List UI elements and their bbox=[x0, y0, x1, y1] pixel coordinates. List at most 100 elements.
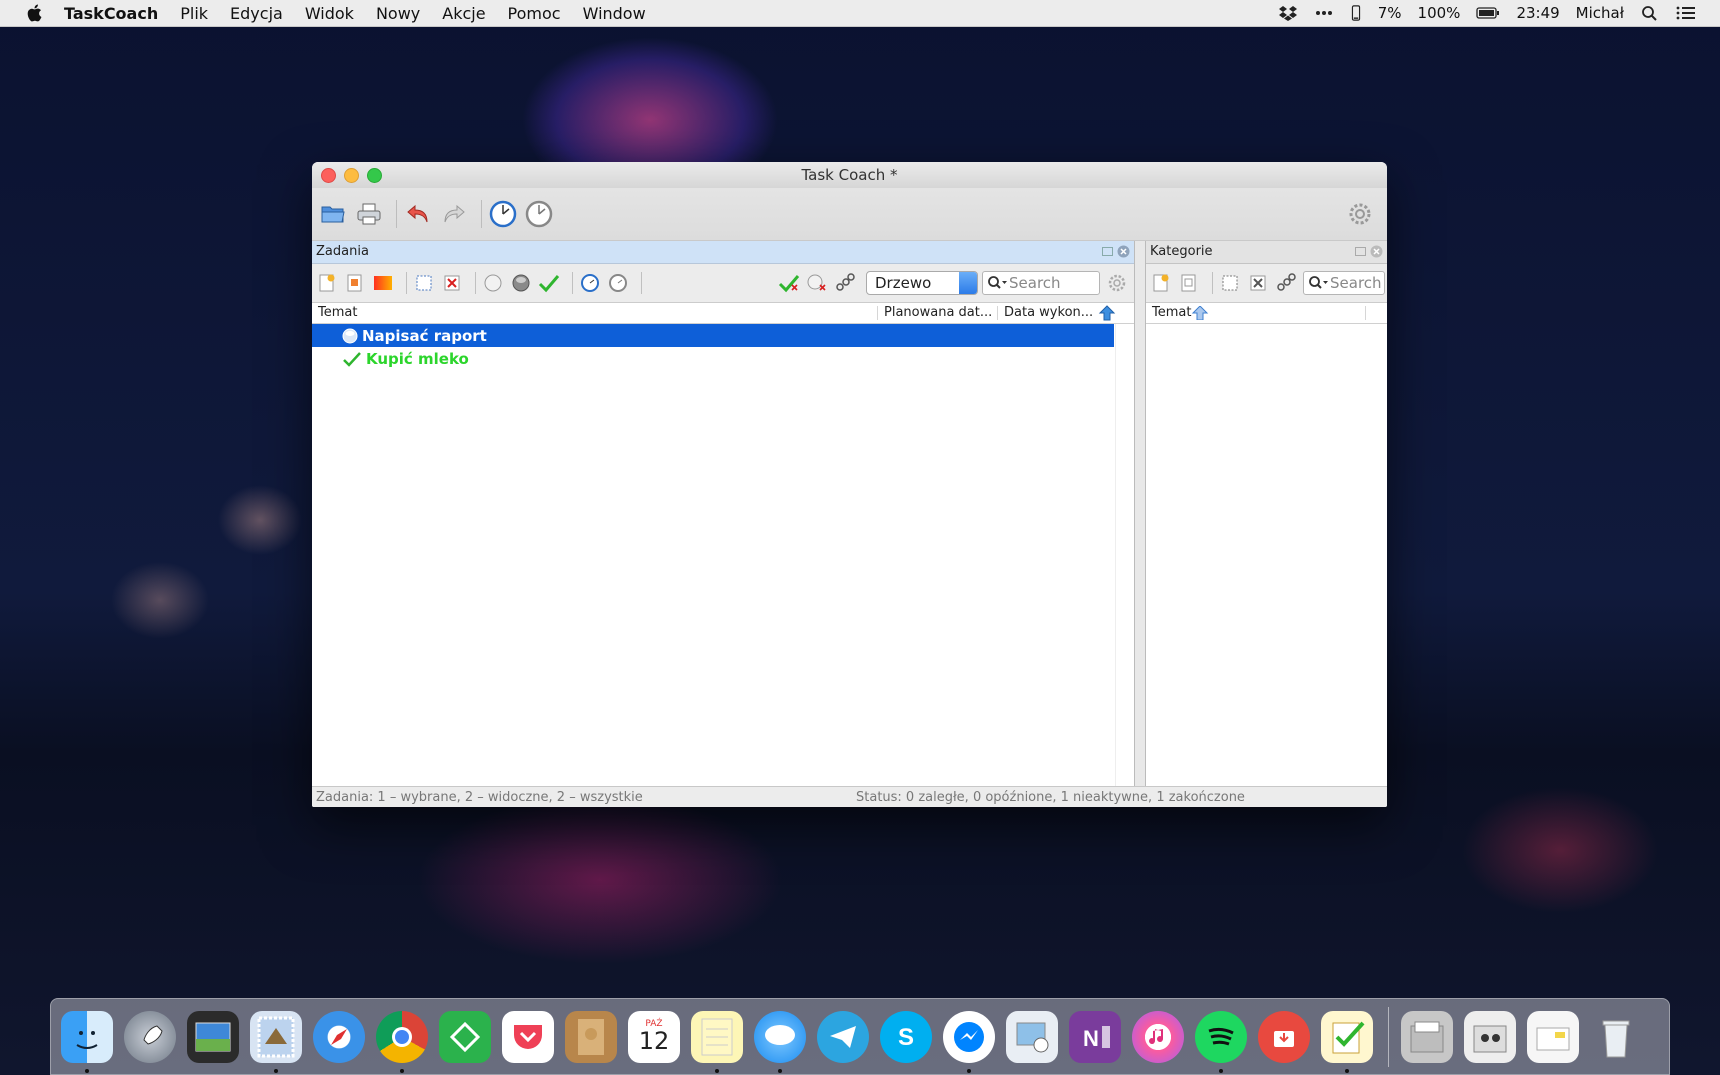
dock-safari[interactable] bbox=[313, 1010, 365, 1063]
task-row[interactable]: Kupić mleko bbox=[312, 347, 1114, 370]
pocket-icon bbox=[514, 1024, 542, 1049]
dock-files-stack[interactable] bbox=[1527, 1010, 1579, 1063]
dock-trash[interactable] bbox=[1590, 1011, 1642, 1063]
mark-active-button[interactable] bbox=[510, 272, 532, 294]
dock-onenote[interactable]: N bbox=[1069, 1010, 1121, 1063]
new-category-button[interactable] bbox=[1150, 272, 1172, 294]
dock-preview[interactable] bbox=[1006, 1010, 1058, 1063]
edit-task-button[interactable] bbox=[413, 272, 435, 294]
start-tracking-button[interactable] bbox=[488, 199, 518, 229]
hide-composite-button[interactable] bbox=[834, 272, 856, 294]
tasks-search-input[interactable]: Search bbox=[982, 271, 1100, 295]
dock-mail-stamp[interactable] bbox=[250, 1010, 302, 1073]
dock-telegram[interactable] bbox=[817, 1010, 869, 1063]
notification-center-icon[interactable] bbox=[1676, 5, 1696, 21]
messenger-icon bbox=[954, 1021, 984, 1052]
dock-spotify[interactable] bbox=[1195, 1010, 1247, 1073]
new-subcategory-button[interactable] bbox=[1178, 272, 1200, 294]
stopwatch-stop-icon bbox=[525, 200, 553, 228]
menu-plik[interactable]: Plik bbox=[180, 4, 208, 23]
pane-splitter[interactable] bbox=[1135, 241, 1146, 787]
dropbox-icon[interactable] bbox=[1278, 5, 1298, 21]
dock-skype[interactable]: S bbox=[880, 1010, 932, 1063]
sort-ascending-icon[interactable] bbox=[1191, 306, 1209, 320]
zoom-window-button[interactable] bbox=[367, 168, 382, 183]
dock-chrome[interactable] bbox=[376, 1010, 428, 1073]
finder-icon bbox=[76, 1030, 98, 1049]
delete-category-button[interactable] bbox=[1247, 272, 1269, 294]
tasks-vertical-scrollbar[interactable] bbox=[1115, 324, 1134, 787]
user-name[interactable]: Michał bbox=[1576, 4, 1624, 22]
dock-finder[interactable] bbox=[61, 1010, 113, 1073]
new-task-button[interactable] bbox=[316, 272, 338, 294]
spotlight-search-icon[interactable] bbox=[1640, 5, 1660, 21]
mark-inactive-button[interactable] bbox=[482, 272, 504, 294]
mark-completed-button[interactable] bbox=[538, 272, 560, 294]
settings-button[interactable] bbox=[1345, 199, 1375, 229]
dock-taskcoach[interactable] bbox=[1321, 1010, 1373, 1073]
menu-widok[interactable]: Widok bbox=[305, 4, 354, 23]
apple-icon[interactable] bbox=[24, 2, 46, 24]
dock-calendar[interactable]: PAŹ 12 bbox=[628, 1010, 680, 1063]
close-pane-icon[interactable] bbox=[1117, 244, 1130, 258]
dock-downloader[interactable] bbox=[1258, 1010, 1310, 1063]
column-subject[interactable]: Temat bbox=[312, 306, 878, 320]
menu-pomoc[interactable]: Pomoc bbox=[508, 4, 561, 23]
close-window-button[interactable] bbox=[321, 168, 336, 183]
search-options-button[interactable] bbox=[1106, 272, 1128, 294]
stamp-eagle-icon bbox=[257, 1016, 295, 1057]
dock-pocket[interactable] bbox=[502, 1010, 554, 1063]
undo-button[interactable] bbox=[403, 199, 433, 229]
dock-messenger[interactable] bbox=[943, 1010, 995, 1073]
sort-ascending-icon[interactable] bbox=[1098, 304, 1116, 322]
dock-photos-stack[interactable] bbox=[1464, 1010, 1516, 1063]
dock-photo-viewer[interactable] bbox=[187, 1010, 239, 1063]
redo-icon bbox=[444, 204, 465, 223]
open-file-button[interactable] bbox=[318, 199, 348, 229]
delete-task-button[interactable] bbox=[441, 272, 463, 294]
categories-search-input[interactable]: Search bbox=[1303, 271, 1385, 295]
category-filter-button[interactable] bbox=[1275, 272, 1297, 294]
dock-notes[interactable] bbox=[691, 1010, 743, 1073]
circle-inactive-icon bbox=[484, 274, 502, 292]
menu-nowy[interactable]: Nowy bbox=[376, 4, 420, 23]
float-pane-icon[interactable] bbox=[1354, 244, 1367, 257]
dock-itunes[interactable] bbox=[1132, 1010, 1184, 1063]
float-pane-icon[interactable] bbox=[1101, 244, 1114, 257]
tasks-pane-header: Zadania bbox=[312, 241, 1134, 264]
column-planned-start[interactable]: Planowana dat... bbox=[878, 306, 998, 320]
menu-akcje[interactable]: Akcje bbox=[442, 4, 485, 23]
window-titlebar[interactable]: Task Coach * bbox=[312, 162, 1387, 188]
dock-feedly[interactable] bbox=[439, 1010, 491, 1063]
hide-completed-button[interactable] bbox=[778, 272, 800, 294]
redo-button[interactable] bbox=[439, 199, 469, 229]
dock-launchpad[interactable] bbox=[124, 1010, 176, 1063]
phone-battery-icon[interactable] bbox=[1350, 5, 1362, 21]
view-mode-select[interactable]: Drzewo bbox=[866, 271, 978, 295]
hide-inactive-button[interactable] bbox=[806, 272, 828, 294]
menu-window[interactable]: Window bbox=[583, 4, 646, 23]
menu-app-name[interactable]: TaskCoach bbox=[64, 4, 158, 23]
new-subtask-button[interactable] bbox=[344, 272, 366, 294]
trash-icon bbox=[1602, 1020, 1630, 1057]
task-row[interactable]: Napisać raport bbox=[312, 324, 1114, 347]
menu-edycja[interactable]: Edycja bbox=[230, 4, 283, 23]
preview-icon bbox=[1016, 1022, 1049, 1052]
dock-messages[interactable] bbox=[754, 1010, 806, 1073]
column-category-subject[interactable]: Temat bbox=[1146, 306, 1366, 320]
task-start-tracking-button[interactable] bbox=[579, 272, 601, 294]
close-pane-icon[interactable] bbox=[1370, 244, 1383, 258]
column-due-date[interactable]: Data wykon... bbox=[998, 306, 1098, 320]
battery-icon[interactable] bbox=[1476, 5, 1500, 21]
print-button[interactable] bbox=[354, 199, 384, 229]
dock-contacts[interactable] bbox=[565, 1010, 617, 1063]
photo-stack-icon bbox=[1473, 1025, 1507, 1052]
minimize-window-button[interactable] bbox=[344, 168, 359, 183]
dock-documents-stack[interactable] bbox=[1401, 1010, 1453, 1063]
more-icon[interactable] bbox=[1314, 5, 1334, 21]
edit-category-button[interactable] bbox=[1219, 272, 1241, 294]
stop-tracking-button[interactable] bbox=[524, 199, 554, 229]
new-task-from-template-button[interactable] bbox=[372, 272, 394, 294]
clock[interactable]: 23:49 bbox=[1516, 4, 1559, 22]
task-stop-tracking-button[interactable] bbox=[607, 272, 629, 294]
